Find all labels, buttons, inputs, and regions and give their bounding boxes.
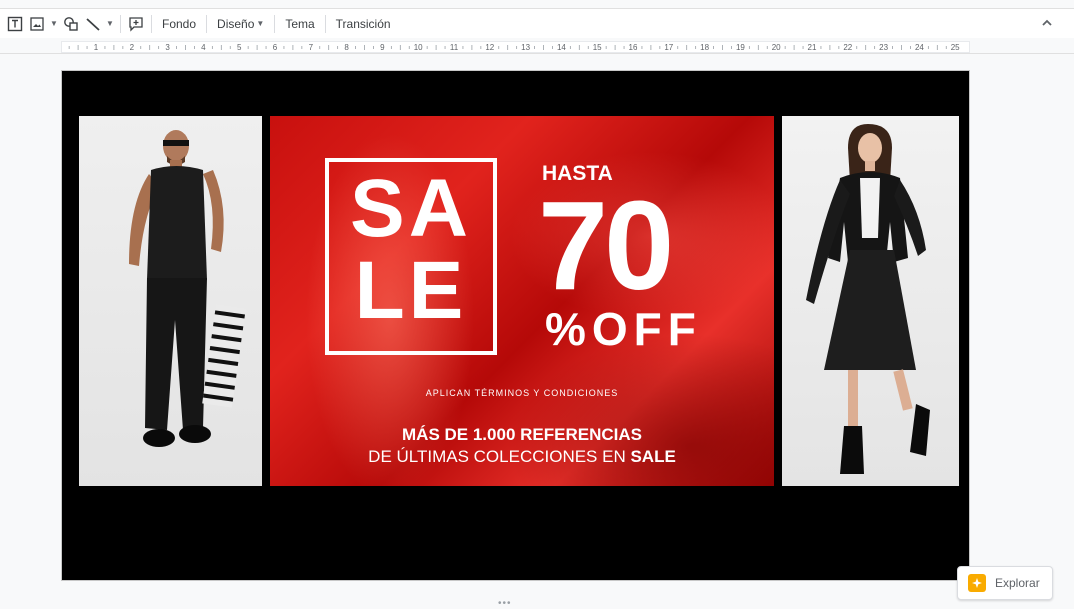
headline-line-2-bold: SALE	[630, 447, 676, 466]
divider	[324, 14, 326, 33]
chevron-up-icon	[1042, 19, 1052, 26]
explore-label: Explorar	[995, 576, 1040, 590]
ruler-number: 13	[521, 43, 530, 52]
textbox-icon	[4, 13, 26, 35]
ruler-number: 19	[736, 43, 745, 52]
divider	[206, 14, 208, 33]
sale-line-2: LE	[354, 245, 468, 336]
divider	[151, 14, 152, 33]
headline-line-2: DE ÚLTIMAS COLECCIONES EN SALE	[270, 447, 774, 467]
resize-handle[interactable]: •••	[498, 598, 512, 609]
ruler-number: 5	[237, 43, 242, 52]
ruler-number: 12	[485, 43, 494, 52]
ruler-number: 14	[557, 43, 566, 52]
ruler-number: 3	[165, 43, 170, 52]
ruler-number: 11	[450, 43, 459, 52]
explore-button[interactable]: Explorar	[957, 566, 1053, 600]
model-photo-woman[interactable]	[782, 116, 959, 486]
ruler-number: 8	[344, 43, 349, 52]
comment-button[interactable]	[125, 12, 147, 36]
transition-button[interactable]: Transición	[330, 12, 397, 36]
image-button[interactable]: ▼	[26, 12, 60, 36]
ruler-number: 22	[843, 43, 852, 52]
headline-line-1: MÁS DE 1.000 REFERENCIAS	[402, 425, 642, 444]
sale-line-1: SA	[350, 163, 472, 254]
ruler-number: 2	[130, 43, 135, 52]
ruler-number: 9	[380, 43, 385, 52]
comment-icon	[125, 13, 147, 35]
headline-line-2-prefix: DE ÚLTIMAS COLECCIONES EN	[368, 447, 631, 466]
ruler-number: 20	[772, 43, 781, 52]
model-photo-man[interactable]	[79, 116, 262, 486]
shape-icon	[60, 13, 82, 35]
textbox-button[interactable]	[4, 12, 26, 36]
ruler-number: 10	[414, 43, 423, 52]
ruler-number: 24	[915, 43, 924, 52]
theme-button[interactable]: Tema	[279, 12, 320, 36]
sale-frame: SA LE	[325, 158, 497, 355]
sale-title: SA LE	[329, 168, 493, 332]
toolbar: ▼ ▼ Fondo Diseño ▼ Tema Transición	[0, 8, 1074, 38]
ruler-number: 15	[593, 43, 602, 52]
ruler-ticks: 1 2 3 4 5 6 7 8 9 10 11 12 13 14 15 16 17 18 19 20 21 22 23 24 2…	[68, 43, 960, 52]
layout-label: Diseño	[217, 16, 255, 31]
ruler-number: 17	[664, 43, 673, 52]
ruler-number: 25	[951, 43, 960, 52]
chevron-down-icon[interactable]: ▼	[104, 19, 116, 28]
ruler-number: 23	[879, 43, 888, 52]
line-button[interactable]: ▼	[82, 12, 116, 36]
divider	[120, 14, 121, 33]
collapse-toolbar-button[interactable]	[1036, 12, 1058, 34]
shape-button[interactable]	[60, 12, 82, 36]
off-label: %OFF	[545, 303, 702, 355]
ruler-number: 16	[629, 43, 638, 52]
striped-jacket	[202, 304, 246, 408]
ruler-number: 1	[94, 43, 99, 52]
line-icon	[82, 13, 104, 35]
background-button[interactable]: Fondo	[156, 12, 202, 36]
divider	[274, 14, 276, 33]
ruler-number: 4	[201, 43, 206, 52]
layout-button[interactable]: Diseño ▼	[211, 12, 270, 36]
chevron-down-icon[interactable]: ▼	[48, 19, 60, 28]
slide-canvas: SA LE HASTA 70 %OFF APLICAN TÉRMINOS Y C…	[0, 55, 1074, 598]
explore-icon	[968, 574, 986, 592]
ruler-number: 7	[309, 43, 314, 52]
sale-banner[interactable]: SA LE HASTA 70 %OFF APLICAN TÉRMINOS Y C…	[270, 116, 774, 486]
ruler-number: 21	[808, 43, 817, 52]
image-icon	[26, 13, 48, 35]
ruler-number: 18	[700, 43, 709, 52]
discount-number: 70	[538, 175, 674, 316]
horizontal-ruler[interactable]: 1 2 3 4 5 6 7 8 9 10 11 12 13 14 15 16 17 18 19 20 21 22 23 24 2…	[61, 41, 970, 53]
ruler-bar: 1 2 3 4 5 6 7 8 9 10 11 12 13 14 15 16 17 18 19 20 21 22 23 24 2…	[0, 40, 1074, 54]
ruler-number: 6	[273, 43, 278, 52]
terms-text: APLICAN TÉRMINOS Y CONDICIONES	[425, 388, 619, 398]
caret-down-icon: ▼	[256, 19, 265, 28]
slide[interactable]: SA LE HASTA 70 %OFF APLICAN TÉRMINOS Y C…	[61, 70, 970, 581]
